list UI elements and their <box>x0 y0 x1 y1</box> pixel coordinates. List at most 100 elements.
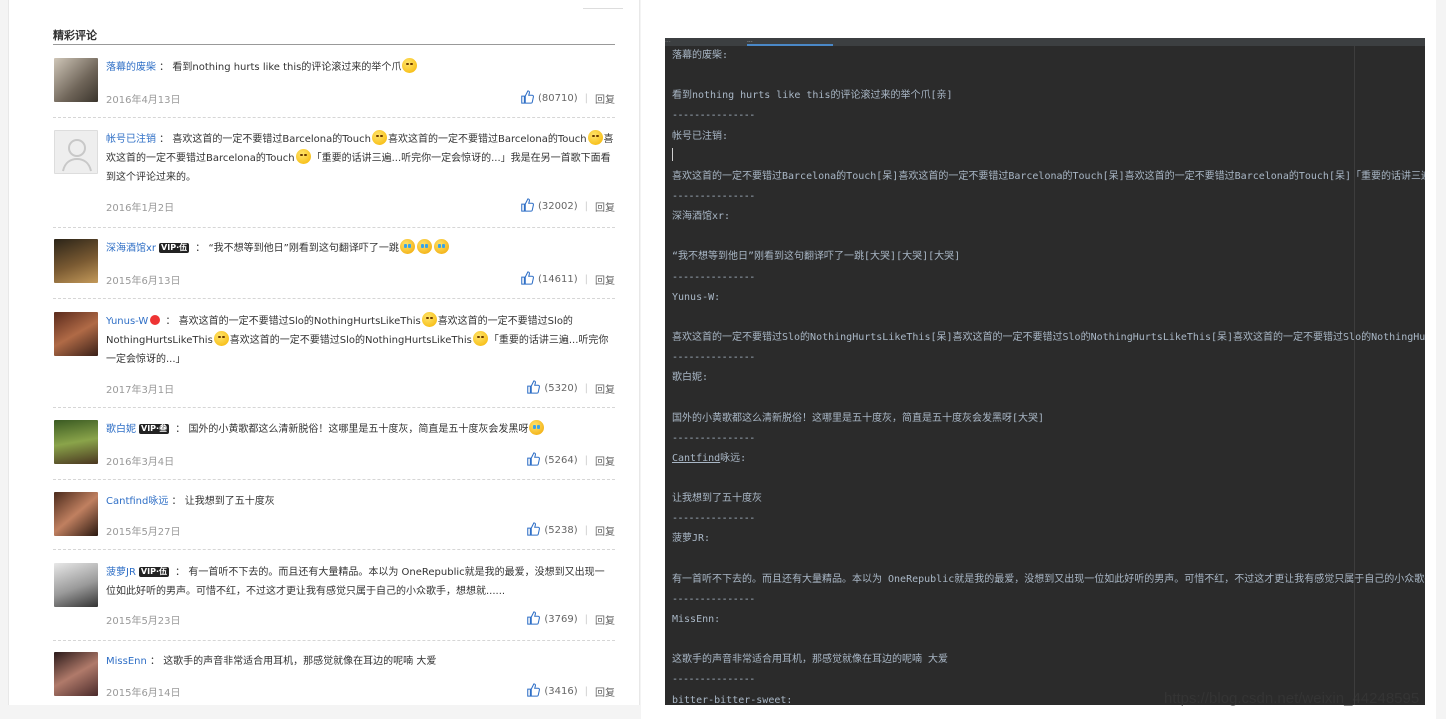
comment-date: 2015年5月27日 <box>106 527 181 538</box>
comment-item: 帐号已注销 ： 喜欢这首的一定不要错过Barcelona的Touch 喜欢这首的一… <box>53 128 615 228</box>
dazed-emoji-icon <box>587 130 603 145</box>
like-button[interactable] <box>526 452 541 469</box>
avatar[interactable] <box>54 239 98 283</box>
comment-item: Yunus-W ： 喜欢这首的一定不要错过Slo的NothingHurtsLik… <box>53 310 615 408</box>
reply-button[interactable]: 回复 <box>595 381 615 396</box>
comment-date: 2016年1月2日 <box>106 203 175 214</box>
like-count: (14611) <box>538 274 578 285</box>
crying-laugh-emoji-icon <box>433 239 449 254</box>
comment-item: 落幕的废柴 ： 看到nothing hurts like this的评论滚过来的… <box>53 56 615 118</box>
comment-date: 2015年5月23日 <box>106 616 181 627</box>
avatar[interactable] <box>54 312 98 356</box>
thumbs-up-icon <box>527 522 541 536</box>
thumbs-up-icon <box>521 90 534 104</box>
like-button[interactable] <box>520 271 534 288</box>
comment-text: 这歌手的声音非常适合用耳机，那感觉就像在耳边的呢喃 大爱 <box>163 656 437 667</box>
avatar[interactable] <box>54 58 98 102</box>
code-line: 喜欢这首的一定不要错过Slo的NothingHurtsLikeThis[呆]喜欢… <box>672 331 1425 343</box>
editor-tab[interactable]: ... <box>665 38 741 46</box>
reply-button[interactable]: 回复 <box>595 684 615 699</box>
kiss-emoji-icon <box>402 58 418 73</box>
like-button[interactable] <box>520 90 534 107</box>
reply-button[interactable]: 回复 <box>595 612 615 627</box>
comment-item: 深海酒馆xr VIP·伍 ： “我不想等到他日”刚看到这句翻译吓了一跳 2015年… <box>53 237 615 299</box>
divider: | <box>584 614 588 625</box>
default-avatar-icon[interactable] <box>54 130 98 174</box>
like-count: (5320) <box>544 383 578 394</box>
editor-tab-active[interactable]: ... <box>747 38 833 46</box>
thumbs-up-icon <box>527 380 541 394</box>
code-line: Cantfind咏远: <box>672 452 747 464</box>
section-title: 精彩评论 <box>53 29 97 42</box>
divider: | <box>584 525 588 536</box>
reply-button[interactable]: 回复 <box>595 272 615 287</box>
code-line: MissEnn: <box>672 613 721 625</box>
comment-username[interactable]: Yunus-W <box>106 316 148 327</box>
comment-date: 2015年6月13日 <box>106 276 181 287</box>
thumbs-up-icon <box>527 452 541 466</box>
separator-line: --------------- <box>672 593 755 605</box>
separator-line: --------------- <box>672 674 755 686</box>
comment-text: 看到nothing hurts like this的评论滚过来的举个爪 <box>172 62 402 73</box>
code-line: 喜欢这首的一定不要错过Barcelona的Touch[呆]喜欢这首的一定不要错过… <box>672 170 1425 182</box>
separator-line: --------------- <box>672 271 755 283</box>
reply-button[interactable]: 回复 <box>595 453 615 468</box>
code-line: 歌白妮: <box>672 372 709 384</box>
reply-button[interactable]: 回复 <box>595 91 615 106</box>
comment-username[interactable]: 歌白妮 <box>106 424 136 435</box>
vip-badge: VIP·叁 <box>139 424 170 434</box>
code-line: 帐号已注销: <box>672 130 729 142</box>
comment-date: 2015年6月14日 <box>106 688 181 699</box>
like-button[interactable] <box>520 198 534 215</box>
code-line: 国外的小黄歌都这么清新脱俗！这哪里是五十度灰，简直是五十度灰会发黑呀[大哭] <box>672 412 1045 424</box>
code-line: 落幕的废柴: <box>672 50 729 61</box>
like-button[interactable] <box>526 611 541 628</box>
avatar[interactable] <box>54 563 98 607</box>
dazed-emoji-icon <box>295 149 311 164</box>
comment-username[interactable]: Cantfind咏远 <box>106 496 168 507</box>
like-button[interactable] <box>526 380 541 397</box>
watermark-url: https://blog.csdn.net/weixin_44248595 <box>1164 690 1420 707</box>
avatar[interactable] <box>54 652 98 696</box>
code-line: 看到nothing hurts like this的评论滚过来的举个爪[亲] <box>672 90 953 102</box>
thumbs-up-icon <box>527 611 541 625</box>
comment-item: Cantfind咏远 ： 让我想到了五十度灰 2015年5月27日 (5238)… <box>53 490 615 550</box>
thumbs-up-icon <box>521 198 534 212</box>
text-caret <box>672 147 673 161</box>
avatar[interactable] <box>54 420 98 464</box>
divider: | <box>584 274 588 285</box>
comment-date: 2016年4月13日 <box>106 95 181 106</box>
separator-line: --------------- <box>672 352 755 364</box>
crying-laugh-emoji-icon <box>529 420 545 435</box>
like-count: (3769) <box>544 614 578 625</box>
thumbs-up-icon <box>527 683 541 697</box>
code-editor[interactable]: ... ... 落幕的废柴: 看到nothing hurts like this的… <box>665 38 1425 705</box>
separator-line: --------------- <box>672 432 755 444</box>
code-line: 这歌手的声音非常适合用耳机，那感觉就像在耳边的呢喃 大爱 <box>672 654 949 666</box>
comment-username[interactable]: 落幕的废柴 <box>106 62 156 73</box>
code-line: Yunus-W: <box>672 291 721 303</box>
like-count: (5238) <box>544 525 578 536</box>
comment-text: 喜欢这首的一定不要错过Barcelona的Touch <box>387 134 587 145</box>
comment-username[interactable]: 帐号已注销 <box>106 134 156 145</box>
code-line: 菠萝JR: <box>672 533 711 545</box>
reply-button[interactable]: 回复 <box>595 199 615 214</box>
code-line: “我不想等到他日”刚看到这句翻译吓了一跳[大哭][大哭][大哭] <box>672 251 961 263</box>
comment-username[interactable]: 菠萝JR <box>106 567 136 578</box>
like-button[interactable] <box>526 683 541 700</box>
like-button[interactable] <box>526 522 541 539</box>
comment-item: MissEnn ： 这歌手的声音非常适合用耳机，那感觉就像在耳边的呢喃 大爱 2… <box>53 650 615 705</box>
avatar[interactable] <box>54 492 98 536</box>
comment-username[interactable]: 深海酒馆xr <box>106 243 156 254</box>
comment-item: 歌白妮 VIP·叁 ： 国外的小黄歌都这么清新脱俗！这哪里是五十度灰，简直是五十度… <box>53 418 615 480</box>
reply-button[interactable]: 回复 <box>595 523 615 538</box>
comment-username[interactable]: MissEnn <box>106 656 147 667</box>
code-line <box>672 147 1425 167</box>
editor-text[interactable]: 落幕的废柴: 看到nothing hurts like this的评论滚过来的举个… <box>672 46 1425 705</box>
comment-text: 国外的小黄歌都这么清新脱俗！这哪里是五十度灰，简直是五十度灰会发黑呀 <box>188 424 529 435</box>
